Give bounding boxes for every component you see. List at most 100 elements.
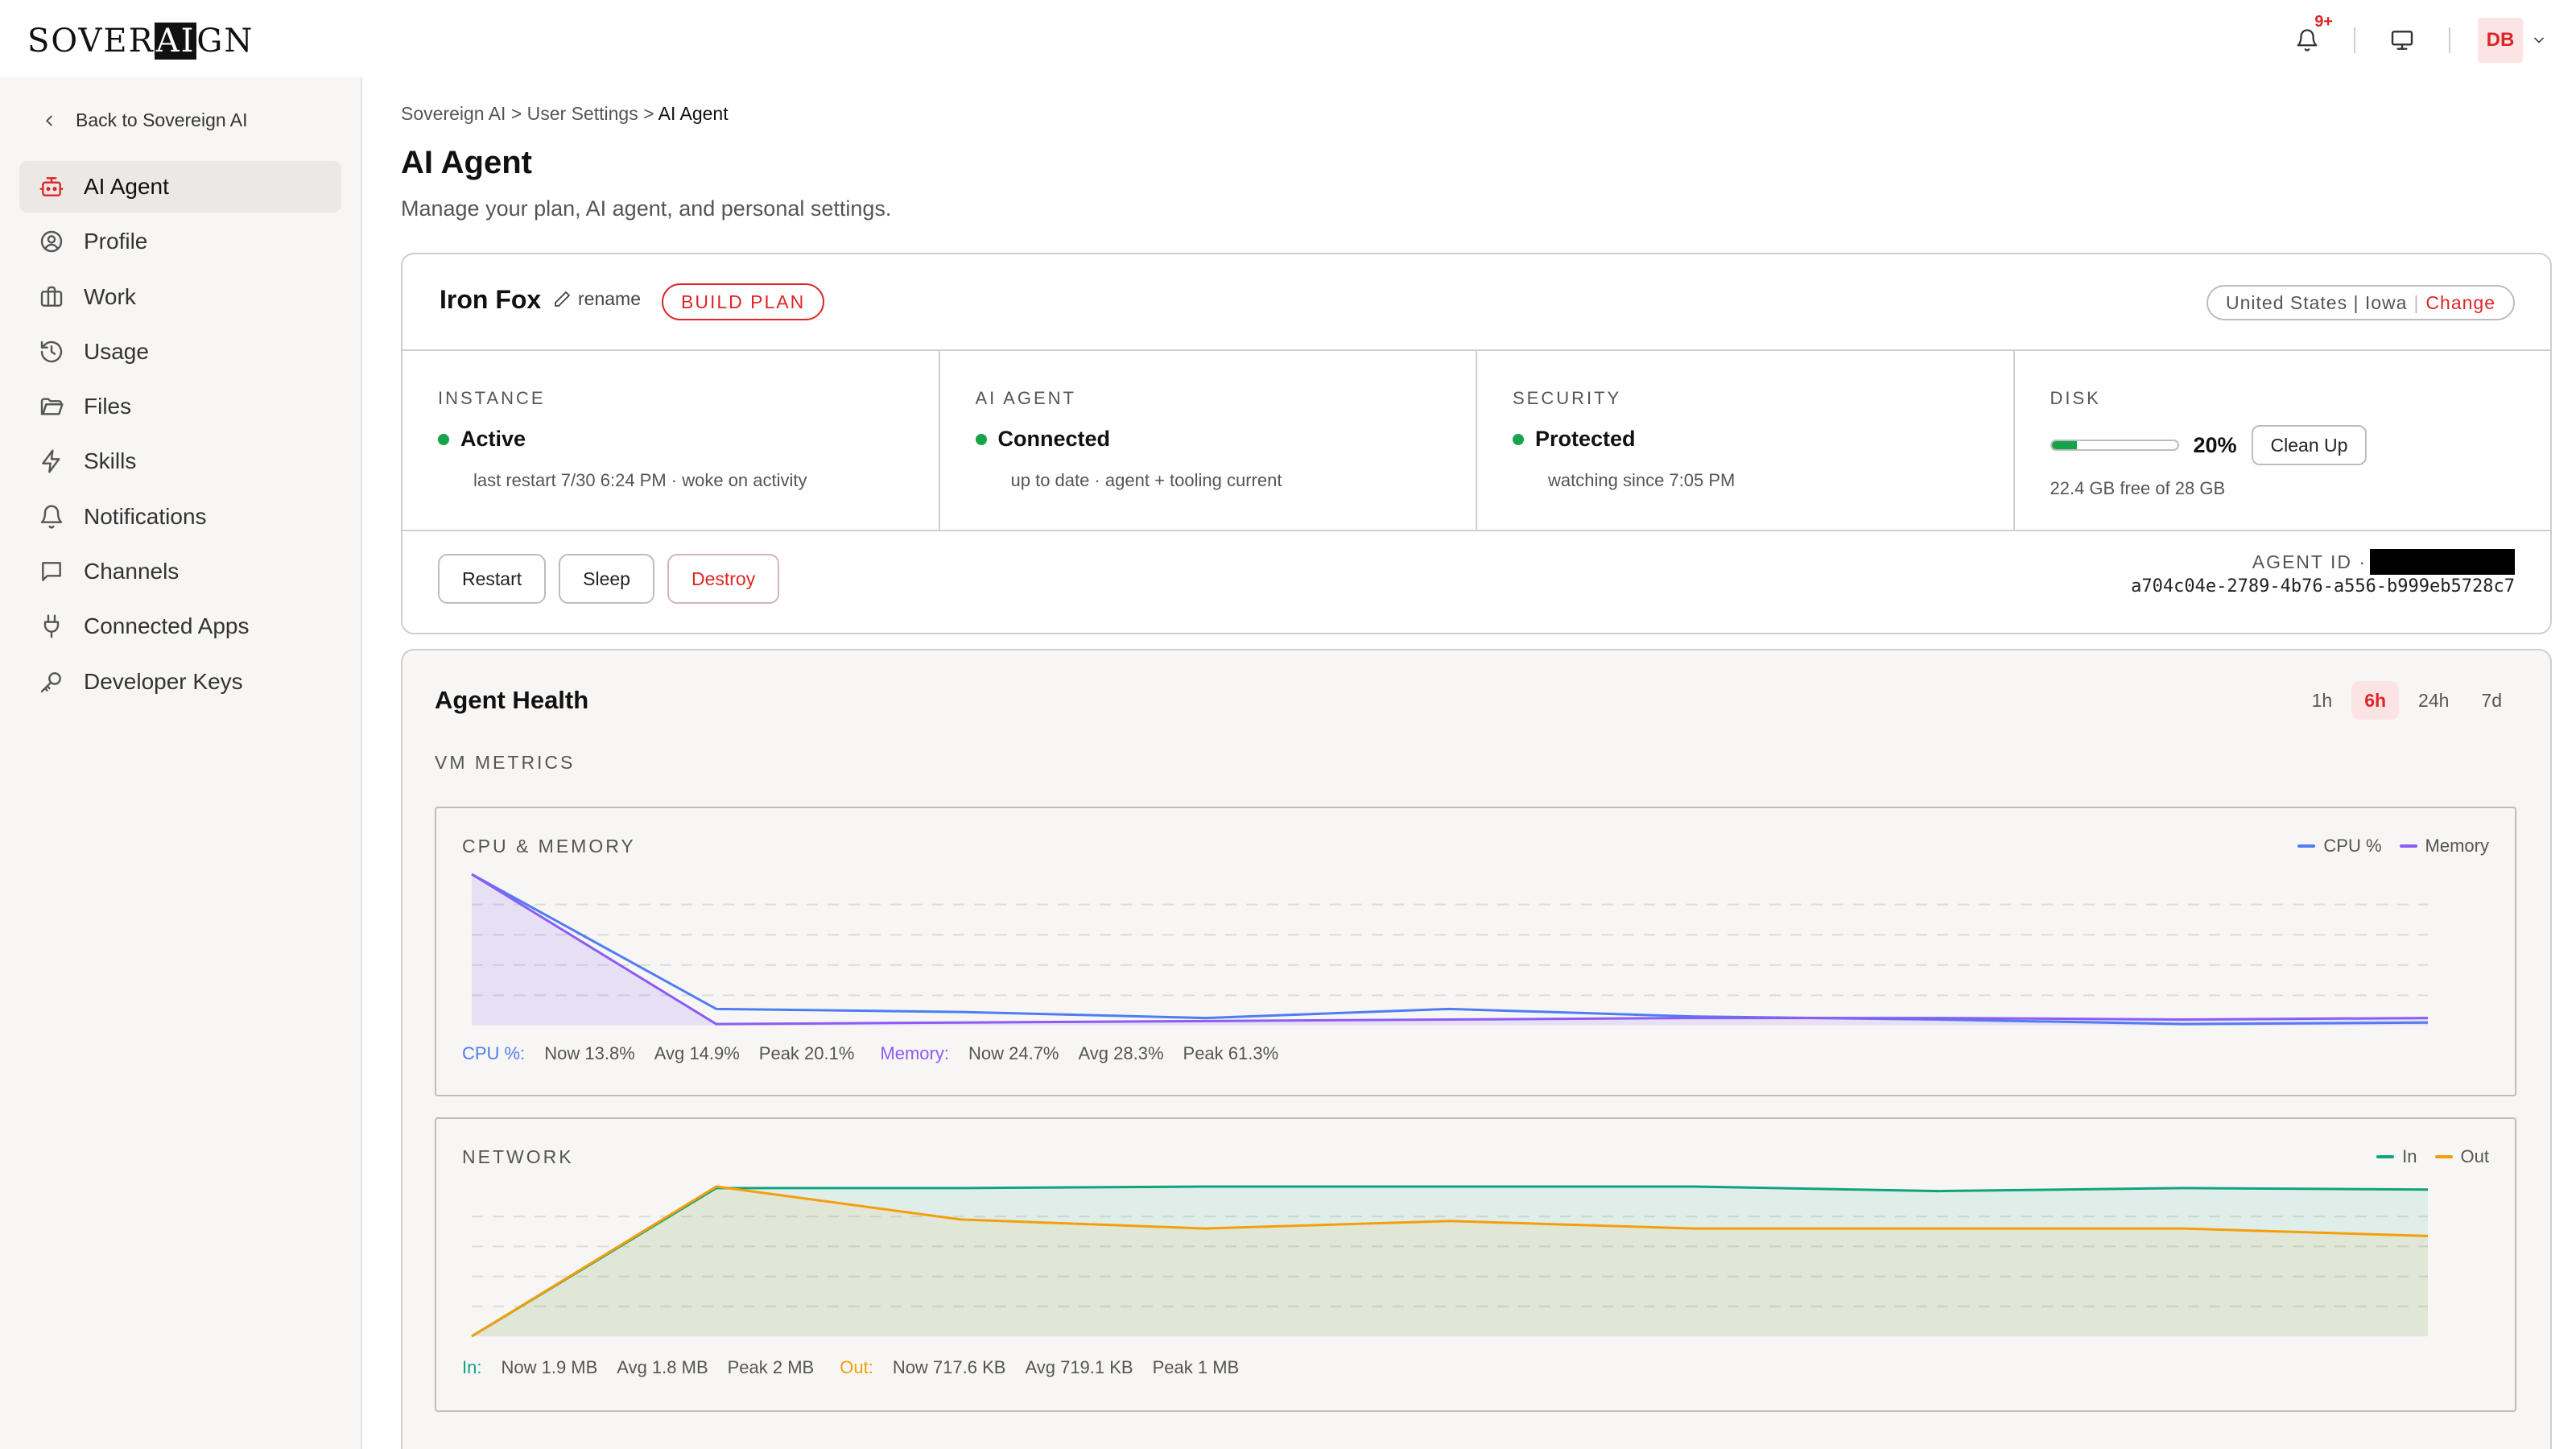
legend-swatch (2376, 1155, 2395, 1158)
notifications-button[interactable]: 9+ (2288, 13, 2333, 60)
sidebar-item-connected-apps[interactable]: Connected Apps (19, 601, 341, 652)
disk-usage-bar (2050, 440, 2179, 451)
sidebar-item-label: Skills (84, 448, 137, 474)
sidebar-item-label: Notifications (84, 503, 207, 529)
plan-badge[interactable]: BUILD PLAN (662, 283, 825, 320)
in-now: Now 1.9 MB (501, 1357, 598, 1377)
lightning-icon (42, 449, 60, 474)
page-title: AI Agent (401, 145, 532, 180)
series-line (471, 873, 2429, 1026)
stat-note: last restart 7/30 6:24 PM · woke on acti… (473, 470, 807, 490)
legend-item-cpu: CPU % (2297, 836, 2382, 857)
bell-icon (40, 505, 63, 529)
chart-legend: In Out (2376, 1146, 2489, 1167)
region-pill: United States | Iowa | Change (2207, 285, 2515, 320)
range-tab-6h[interactable]: 6h (2351, 681, 2400, 720)
sidebar-item-ai-agent[interactable]: AI Agent (19, 161, 341, 213)
sidebar-item-label: Connected Apps (84, 613, 250, 639)
sidebar-item-label: Usage (84, 338, 149, 364)
memory-summary-label: Memory: (880, 1043, 949, 1063)
series-line (471, 873, 2429, 1026)
sidebar-item-label: Channels (84, 559, 180, 584)
sleep-button[interactable]: Sleep (559, 554, 654, 604)
bell-icon (2297, 29, 2318, 52)
sidebar-item-profile[interactable]: Profile (19, 216, 341, 267)
chevron-down-icon[interactable] (2529, 31, 2549, 50)
sidebar-item-notifications[interactable]: Notifications (19, 491, 341, 543)
vm-metrics-label: VM METRICS (435, 752, 576, 773)
chart-title: NETWORK (462, 1146, 574, 1167)
divider (2354, 27, 2355, 53)
notification-count-badge: 9+ (2314, 13, 2333, 31)
out-avg: Avg 719.1 KB (1025, 1357, 1133, 1377)
account-menu[interactable]: DB (2478, 18, 2549, 63)
out-now: Now 717.6 KB (892, 1357, 1006, 1377)
sidebar-item-files[interactable]: Files (19, 381, 341, 432)
stat-label: DISK (2050, 388, 2101, 408)
range-tab-24h[interactable]: 24h (2405, 681, 2462, 720)
status-dot (975, 433, 987, 445)
chart-legend: CPU % Memory (2297, 836, 2489, 857)
status-dot (1513, 433, 1524, 445)
desktop-button[interactable] (2383, 21, 2421, 60)
range-tab-1h[interactable]: 1h (2299, 681, 2346, 720)
top-right-controls: 9+ DB (2288, 13, 2549, 63)
breadcrumb-user-settings[interactable]: User Settings (527, 103, 638, 124)
memory-avg: Avg 28.3% (1078, 1043, 1164, 1063)
rename-button[interactable]: rename (552, 288, 641, 310)
chevron-left-icon (46, 115, 52, 126)
out-peak: Peak 1 MB (1152, 1357, 1240, 1377)
instance-actions: Restart Sleep Destroy (438, 554, 780, 604)
agent-card-header: Iron Fox rename BUILD PLAN United States… (402, 254, 2550, 351)
cpu-now: Now 13.8% (544, 1043, 635, 1063)
back-link-label: Back to Sovereign AI (76, 109, 248, 130)
pencil-icon (555, 291, 570, 307)
breadcrumb-root[interactable]: Sovereign AI (401, 103, 506, 124)
avatar[interactable]: DB (2478, 18, 2523, 63)
in-avg: Avg 1.8 MB (617, 1357, 708, 1377)
agent-card: Iron Fox rename BUILD PLAN United States… (401, 253, 2552, 634)
cpu-memory-chart: CPU & MEMORY CPU % Memory CPU %: Now 13.… (435, 807, 2516, 1096)
sidebar-item-channels[interactable]: Channels (19, 546, 341, 597)
agent-id-value[interactable]: a704c04e-2789-4b76-a556-b999eb5728c7 (2131, 576, 2515, 597)
agent-id-label: AGENT ID · (2252, 551, 2367, 572)
in-peak: Peak 2 MB (727, 1357, 815, 1377)
stat-value: Active (460, 427, 526, 451)
clean-up-button[interactable]: Clean Up (2251, 425, 2368, 465)
change-region-button[interactable]: Change (2425, 292, 2496, 314)
redaction-bar (2370, 549, 2515, 575)
sidebar-item-skills[interactable]: Skills (19, 436, 341, 487)
range-tab-7d[interactable]: 7d (2468, 681, 2515, 720)
agent-health-panel: Agent Health 1h 6h 24h 7d VM METRICS CPU… (401, 649, 2552, 1449)
sidebar-item-label: Profile (84, 229, 148, 254)
stat-value: Connected (997, 427, 1111, 451)
out-summary-label: Out: (840, 1357, 873, 1377)
network-chart: NETWORK In Out In: Now 1.9 MB Avg 1.8 MB… (435, 1117, 2516, 1412)
legend-item-memory: Memory (2399, 836, 2489, 857)
restart-button[interactable]: Restart (438, 554, 547, 604)
settings-nav: AI Agent Profile Work Usage Files Skills… (19, 161, 341, 711)
legend-swatch (2297, 844, 2316, 848)
instance-status: INSTANCE Active last restart 7/30 6:24 P… (402, 351, 940, 530)
sidebar-item-usage[interactable]: Usage (19, 326, 341, 378)
plug-icon (43, 614, 60, 638)
stat-note: watching since 7:05 PM (1548, 470, 1736, 490)
section-title: Agent Health (435, 686, 589, 714)
destroy-button[interactable]: Destroy (667, 554, 780, 604)
ai-agent-status: AI AGENT Connected up to date · agent + … (940, 351, 1477, 530)
status-grid: INSTANCE Active last restart 7/30 6:24 P… (402, 351, 2550, 531)
disk-percent: 20% (2193, 432, 2237, 457)
agent-name: Iron Fox (440, 285, 542, 314)
cpu-peak: Peak 20.1% (758, 1043, 855, 1063)
stat-note: up to date · agent + tooling current (1010, 470, 1282, 490)
breadcrumb: Sovereign AI > User Settings > AI Agent (401, 103, 729, 125)
disk-note: 22.4 GB free of 28 GB (2050, 478, 2226, 498)
back-link[interactable]: Back to Sovereign AI (40, 109, 248, 131)
sovereign-logo[interactable]: SOVER AI GN (27, 23, 254, 60)
sidebar-item-developer-keys[interactable]: Developer Keys (19, 656, 341, 708)
chat-icon (42, 562, 61, 581)
legend-item-in: In (2376, 1146, 2417, 1167)
sidebar-item-work[interactable]: Work (19, 271, 341, 323)
disk-usage-fill (2051, 441, 2077, 449)
disk-status: DISK 20% Clean Up 22.4 GB free of 28 GB (2015, 351, 2551, 530)
